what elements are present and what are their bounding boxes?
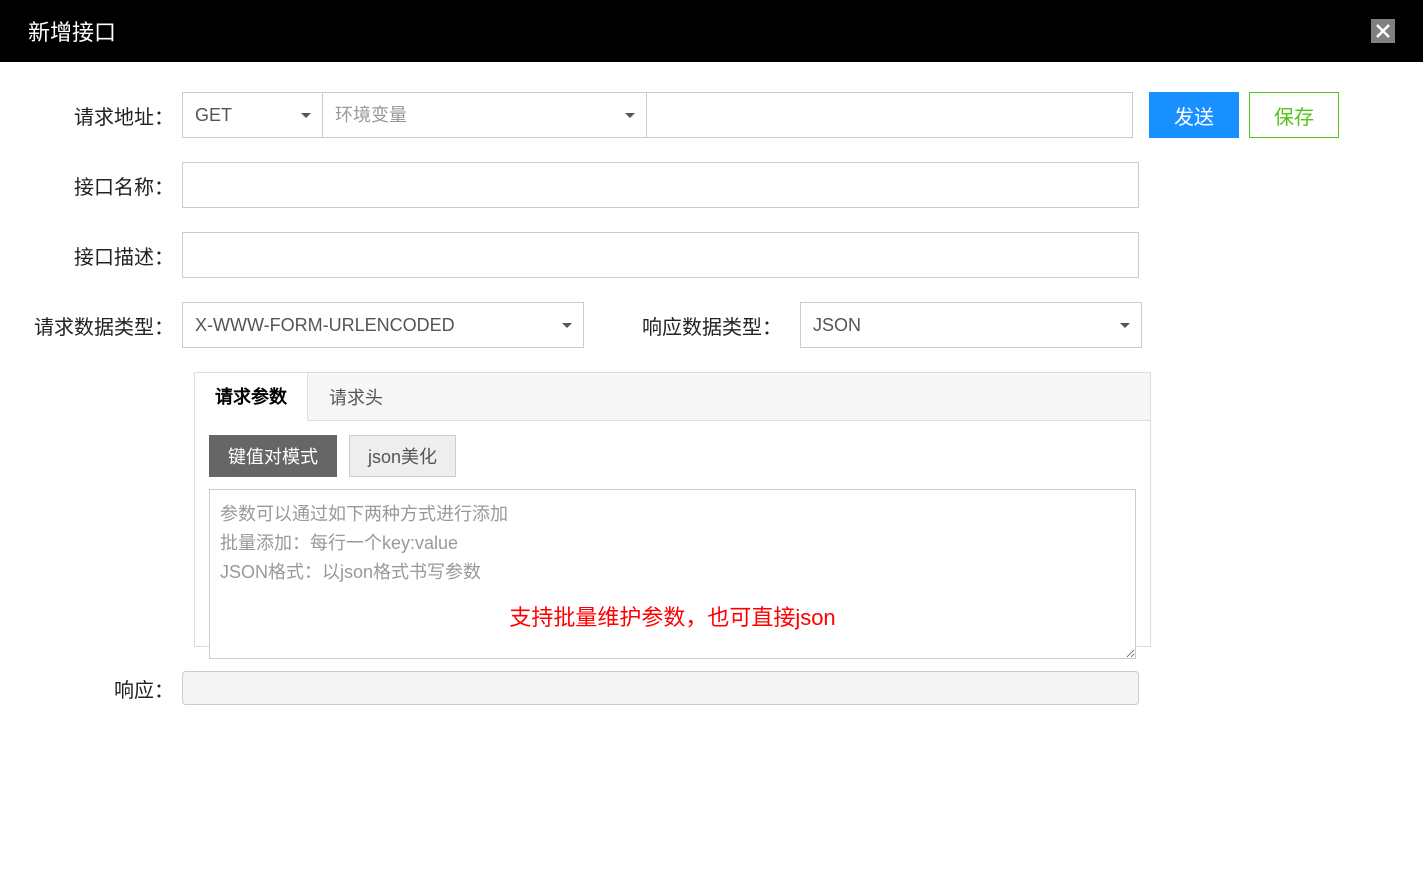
api-name-label: 接口名称： bbox=[10, 171, 182, 200]
response-row: 响应： bbox=[10, 671, 1393, 705]
request-url-row: 请求地址： GET 环境变量 发送 保存 bbox=[10, 92, 1393, 138]
params-tabs-container: 请求参数 请求头 键值对模式 json美化 支持批量维护参数，也可直接json bbox=[194, 372, 1151, 647]
api-desc-label: 接口描述： bbox=[10, 241, 182, 270]
tabs-body: 键值对模式 json美化 支持批量维护参数，也可直接json bbox=[195, 421, 1150, 646]
modal-header: 新增接口 bbox=[0, 0, 1423, 62]
send-button[interactable]: 发送 bbox=[1149, 92, 1239, 138]
res-data-type-label: 响应数据类型： bbox=[584, 311, 800, 340]
kv-mode-button[interactable]: 键值对模式 bbox=[209, 435, 337, 477]
close-icon[interactable] bbox=[1371, 19, 1395, 43]
modal-title: 新增接口 bbox=[28, 15, 116, 47]
url-input[interactable] bbox=[647, 92, 1133, 138]
param-mode-buttons: 键值对模式 json美化 bbox=[209, 435, 1136, 477]
response-label: 响应： bbox=[10, 674, 182, 703]
params-textarea[interactable] bbox=[209, 489, 1136, 659]
json-beautify-button[interactable]: json美化 bbox=[349, 435, 456, 477]
response-bar[interactable] bbox=[182, 671, 1139, 705]
req-data-type-select[interactable]: X-WWW-FORM-URLENCODED bbox=[182, 302, 584, 348]
res-data-type-select[interactable]: JSON bbox=[800, 302, 1142, 348]
save-button[interactable]: 保存 bbox=[1249, 92, 1339, 138]
param-area-wrap: 支持批量维护参数，也可直接json bbox=[209, 489, 1136, 632]
env-select[interactable]: 环境变量 bbox=[323, 92, 647, 138]
req-data-type-label: 请求数据类型： bbox=[10, 311, 182, 340]
request-url-inputs: GET 环境变量 发送 保存 bbox=[182, 92, 1393, 138]
api-desc-input[interactable] bbox=[182, 232, 1139, 278]
tab-request-headers[interactable]: 请求头 bbox=[308, 373, 404, 421]
api-desc-row: 接口描述： bbox=[10, 232, 1393, 278]
data-type-row: 请求数据类型： X-WWW-FORM-URLENCODED 响应数据类型： JS… bbox=[10, 302, 1393, 348]
tab-request-params[interactable]: 请求参数 bbox=[195, 373, 308, 421]
form-body: 请求地址： GET 环境变量 发送 保存 接口名称： 接口描述： 请求数据类型：… bbox=[0, 62, 1423, 735]
request-url-label: 请求地址： bbox=[10, 101, 182, 130]
method-select[interactable]: GET bbox=[182, 92, 323, 138]
api-name-row: 接口名称： bbox=[10, 162, 1393, 208]
tabs-header: 请求参数 请求头 bbox=[195, 373, 1150, 421]
api-name-input[interactable] bbox=[182, 162, 1139, 208]
